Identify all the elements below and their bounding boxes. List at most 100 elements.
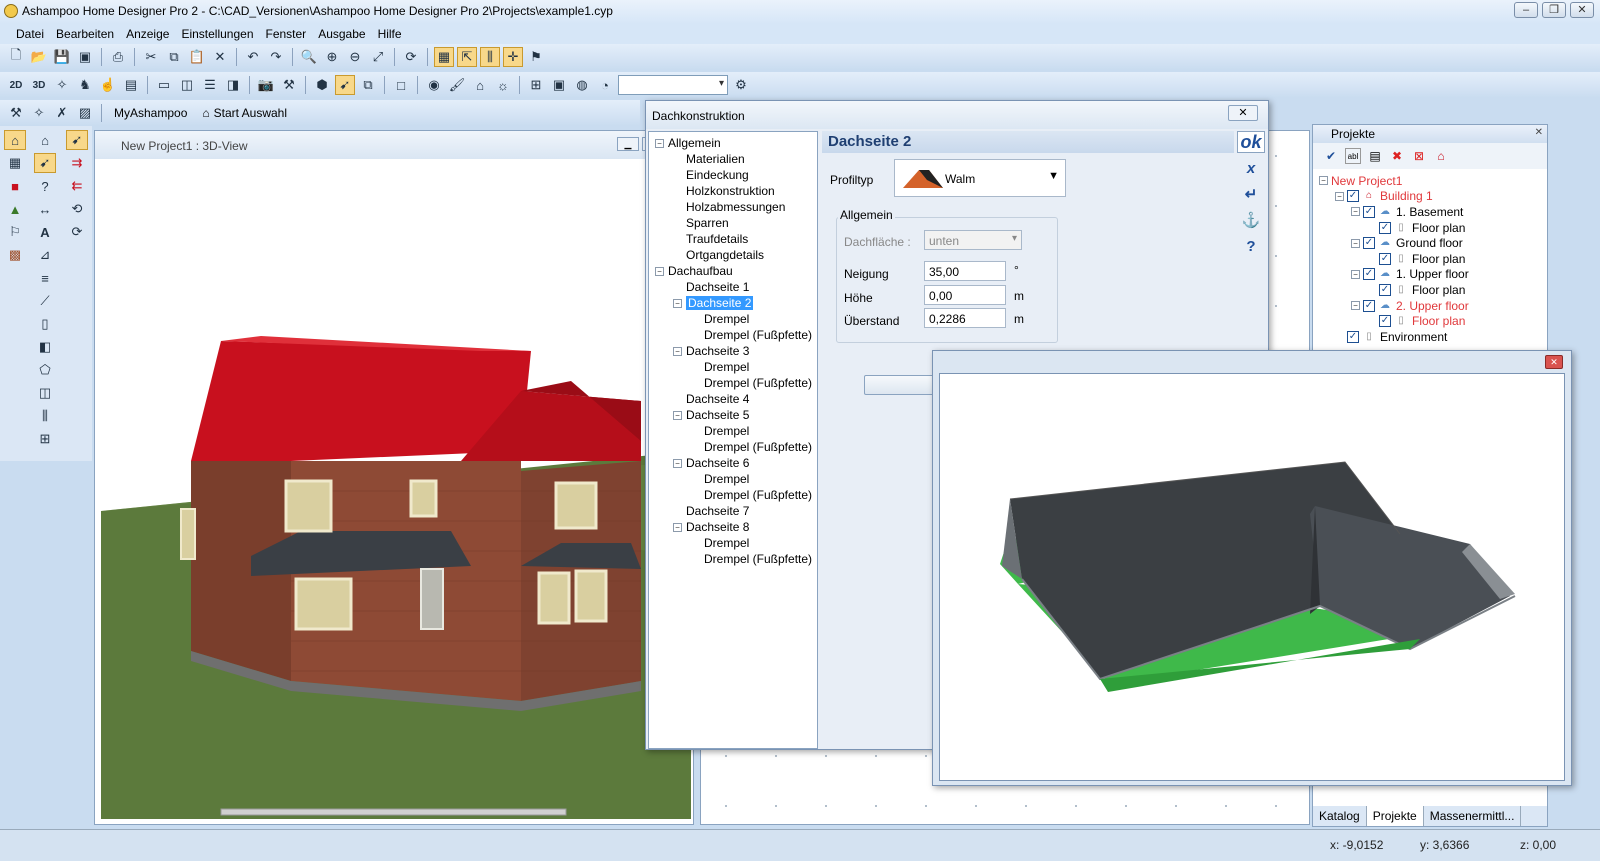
enter-button[interactable]: ↵	[1237, 183, 1265, 205]
magic-icon[interactable]: ✧	[29, 103, 49, 123]
close-button[interactable]: ✕	[1570, 2, 1594, 18]
collapse-icon[interactable]: −	[673, 298, 682, 308]
add-building-icon[interactable]: ⌂	[1433, 148, 1449, 164]
copy-icon[interactable]: ⧉	[164, 47, 184, 67]
cancel-button[interactable]: x	[1237, 157, 1265, 179]
myashampoo-link[interactable]: MyAshampoo	[108, 106, 193, 120]
mirror-icon[interactable]: ⟲	[66, 199, 88, 219]
properties-icon[interactable]: ▤	[1367, 148, 1383, 164]
ok-button[interactable]: ok	[1237, 131, 1265, 153]
menu-bearbeiten[interactable]: Bearbeiten	[50, 24, 120, 44]
building-icon[interactable]: ⌂	[4, 130, 26, 150]
dialog-tree-item[interactable]: Eindeckung	[655, 167, 817, 183]
collapse-icon[interactable]: −	[673, 522, 682, 532]
preview-close-button[interactable]: ✕	[1545, 355, 1563, 369]
menu-einstellungen[interactable]: Einstellungen	[175, 24, 259, 44]
save-all-icon[interactable]: ▣	[75, 47, 95, 67]
visibility-checkbox[interactable]: ✓	[1379, 252, 1391, 265]
shape-icon[interactable]: ⬠	[34, 360, 56, 380]
collapse-icon[interactable]: −	[1319, 176, 1328, 186]
landscape-icon[interactable]: ▲	[4, 199, 26, 219]
cube-icon[interactable]: ⬢	[312, 75, 332, 95]
grid-icon[interactable]: ▦	[434, 47, 454, 67]
tile-icon[interactable]: ◫	[177, 75, 197, 95]
help-button[interactable]: ?	[1237, 235, 1265, 257]
dialog-tree-item[interactable]: Sparren	[655, 215, 817, 231]
visibility-checkbox[interactable]: ✓	[1379, 283, 1391, 296]
collapse-icon[interactable]: −	[655, 266, 664, 276]
roof-tool-icon[interactable]: ⌂	[34, 130, 56, 150]
sign-icon[interactable]: ⚐	[4, 222, 26, 242]
dialog-tree-item[interactable]: Dachseite 7	[655, 503, 817, 519]
dialog-tree-item[interactable]: Holzabmessungen	[655, 199, 817, 215]
menu-anzeige[interactable]: Anzeige	[120, 24, 175, 44]
redo-icon[interactable]: ↷	[266, 47, 286, 67]
paint-icon[interactable]: 🖌	[447, 75, 467, 95]
save-icon[interactable]: 💾	[52, 47, 72, 67]
open-icon[interactable]: 📂	[29, 47, 49, 67]
collapse-icon[interactable]: −	[1351, 301, 1360, 311]
neigung-input[interactable]: 35,00	[924, 261, 1006, 281]
crosshair-icon[interactable]: ✛	[503, 47, 523, 67]
view-minimize-button[interactable]: ▁	[617, 137, 639, 151]
dialog-tree-item[interactable]: Drempel (Fußpfette)	[655, 439, 817, 455]
roof-preview-canvas[interactable]	[939, 373, 1565, 781]
dialog-tree-item[interactable]: Dachseite 4	[655, 391, 817, 407]
project-tree-item[interactable]: − ✓ ☁ 1. Basement	[1313, 204, 1547, 220]
anchor-icon[interactable]: ⚓	[1237, 209, 1265, 231]
tab-massenermittlung[interactable]: Massenermittl...	[1424, 806, 1522, 826]
minimize-button[interactable]: –	[1514, 2, 1538, 18]
projects-close-icon[interactable]: ✕	[1535, 127, 1543, 138]
project-tree-item[interactable]: − ✓ ⌂ Building 1	[1313, 189, 1547, 205]
color-square-icon[interactable]: □	[391, 75, 411, 95]
project-tree-item[interactable]: − ✓ ☁ Ground floor	[1313, 235, 1547, 251]
wand-icon[interactable]: ✧	[52, 75, 72, 95]
visibility-checkbox[interactable]: ✓	[1363, 237, 1375, 250]
snap-icon[interactable]: ⇱	[457, 47, 477, 67]
project-tree-item[interactable]: − ✓ ☁ 2. Upper floor	[1313, 298, 1547, 314]
dialog-tree-item[interactable]: Dachseite 1	[655, 279, 817, 295]
project-tree-item[interactable]: ✓ ▯ Floor plan	[1313, 282, 1547, 298]
project-tree-item[interactable]: ✓ ▯ Floor plan	[1313, 251, 1547, 267]
project-tree-item[interactable]: ✓ ▯ Environment	[1313, 329, 1547, 345]
maximize-button[interactable]: ❐	[1542, 2, 1566, 18]
dialog-tree-item[interactable]: Drempel (Fußpfette)	[655, 551, 817, 567]
visibility-checkbox[interactable]: ✓	[1363, 299, 1375, 312]
search-settings-icon[interactable]: ⚙	[731, 75, 751, 95]
dialog-tree-item[interactable]: − Dachseite 2	[655, 295, 817, 311]
project-tree-item[interactable]: ✓ ▯ Floor plan	[1313, 313, 1547, 329]
picture-icon[interactable]: ▨	[75, 103, 95, 123]
visibility-checkbox[interactable]: ✓	[1363, 205, 1375, 218]
material-icon[interactable]: ◉	[424, 75, 444, 95]
paste-icon[interactable]: 📋	[187, 47, 207, 67]
stair-icon[interactable]: ⊿	[34, 245, 56, 265]
clock-icon[interactable]: ◔	[595, 75, 615, 95]
split-v-icon[interactable]: ◨	[223, 75, 243, 95]
settings-icon[interactable]: ⚒	[6, 103, 26, 123]
text-tool-icon[interactable]: A	[34, 222, 56, 242]
dialog-tree-item[interactable]: Drempel	[655, 311, 817, 327]
start-selection-button[interactable]: ⌂ Start Auswahl	[196, 106, 293, 120]
collapse-icon[interactable]: −	[1335, 191, 1344, 201]
view-3d-button[interactable]: 3D	[29, 75, 49, 95]
view-2d-button[interactable]: 2D	[6, 75, 26, 95]
object-icon[interactable]: ⧉	[358, 75, 378, 95]
walk-icon[interactable]: ♞	[75, 75, 95, 95]
dialog-tree-item[interactable]: Drempel	[655, 423, 817, 439]
print-icon[interactable]: ⎙	[108, 47, 128, 67]
hand-icon[interactable]: ☝	[98, 75, 118, 95]
collapse-icon[interactable]: −	[1351, 238, 1360, 248]
light-icon[interactable]: ☼	[493, 75, 513, 95]
column-icon[interactable]: ▯	[34, 314, 56, 334]
move-left-icon[interactable]: ⇇	[66, 176, 88, 196]
dialog-tree-item[interactable]: Drempel	[655, 471, 817, 487]
dialog-tree-item[interactable]: − Dachseite 5	[655, 407, 817, 423]
zoom-out-icon[interactable]: ⊖	[345, 47, 365, 67]
dialog-close-button[interactable]: ✕	[1228, 105, 1258, 121]
zoom-icon[interactable]: 🔍	[299, 47, 319, 67]
guides-icon[interactable]: ⫼	[480, 47, 500, 67]
visibility-checkbox[interactable]: ✓	[1347, 330, 1359, 343]
door-icon[interactable]: ◧	[34, 337, 56, 357]
collapse-icon[interactable]: −	[673, 458, 682, 468]
new-icon[interactable]: 🗋	[6, 47, 26, 67]
